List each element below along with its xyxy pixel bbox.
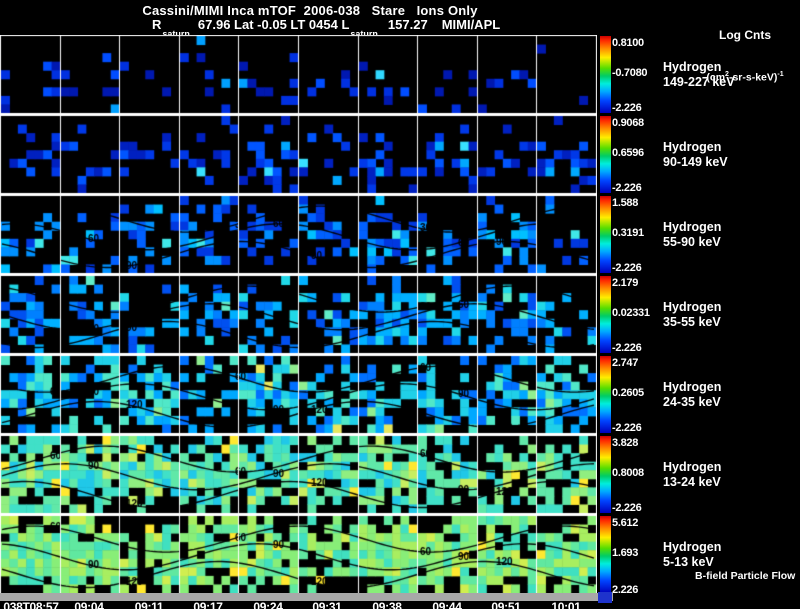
time-tick-6: 09:31 [312,600,342,609]
row5-species-label: Hydrogen 24-35 keV [663,380,722,409]
row4-species-label: Hydrogen 35-55 keV [663,300,722,329]
cb-max-row2: 0.9068 [612,117,644,129]
units-line1: Log Cnts [719,28,771,42]
colorbar-row6 [600,436,611,513]
time-tick-3: 09:11 [134,600,164,609]
time-tick-7: 09:38 [372,600,402,609]
cb-max-row5: 2.747 [612,357,639,369]
cb-max-row6: 3.828 [612,437,639,449]
row1-species-label: Hydrogen 149-227 keV [663,60,735,89]
cb-max-row7: 5.612 [612,517,639,529]
spectrogram-grid-canvas [0,35,597,593]
time-tick-5: 09:24 [253,600,283,609]
colorbar-tail [598,592,612,603]
row7-species-label: Hydrogen 5-13 keV [663,540,722,569]
cb-min-row4: -2.226 [612,342,642,354]
cb-min-row5: -2.226 [612,422,642,434]
cb-min-row1: -2.226 [612,102,642,114]
colorbar-row1 [600,36,611,113]
l-value: 157.27 [387,17,428,32]
mimi-spectrogram-window: Cassini/MIMI Inca mTOF 2006-038 Stare Io… [0,0,800,609]
colorbar-row3 [600,196,611,273]
r-label: R [152,17,162,32]
ephemeris-line: Rsaturn67.96 Lat -0.05 LT 0454 Lsaturn15… [152,17,501,39]
time-tick-4: 09:17 [193,600,223,609]
colorbar-units-label: Log Cnts (cm2-sr-s-keV)-1 [680,3,800,111]
cb-min-row3: -2.226 [612,262,642,274]
time-tick-1: 038T08:57 [3,600,59,609]
colorbar-row7 [600,516,611,593]
cb-min-row2: -2.226 [612,182,642,194]
row6-species-label: Hydrogen 13-24 keV [663,460,722,489]
plot-title: Cassini/MIMI Inca mTOF 2006-038 Stare Io… [142,3,478,18]
cb-min-row6: -2.226 [612,502,642,514]
colorbar-row5 [600,356,611,433]
ephemeris-values: 67.96 Lat -0.05 LT 0454 L [197,17,350,32]
bfield-particle-flow-label: B-field Particle Flow [695,570,796,582]
time-tick-9: 09:51 [491,600,521,609]
cb-max-row4: 2.179 [612,277,639,289]
credit-label: MIMI/APL [441,17,501,32]
row3-species-label: Hydrogen 55-90 keV [663,220,722,249]
colorbar-row4 [600,276,611,353]
cb-min-row7: 2.226 [612,584,639,596]
colorbar-row2 [600,116,611,193]
cb-max-row1: 0.8100 [612,37,644,49]
cb-max-row3: 1.588 [612,197,639,209]
time-tick-8: 09:44 [432,600,462,609]
time-tick-2: 09:04 [74,600,104,609]
time-tick-10: 10:01 [551,600,581,609]
row2-species-label: Hydrogen 90-149 keV [663,140,728,169]
